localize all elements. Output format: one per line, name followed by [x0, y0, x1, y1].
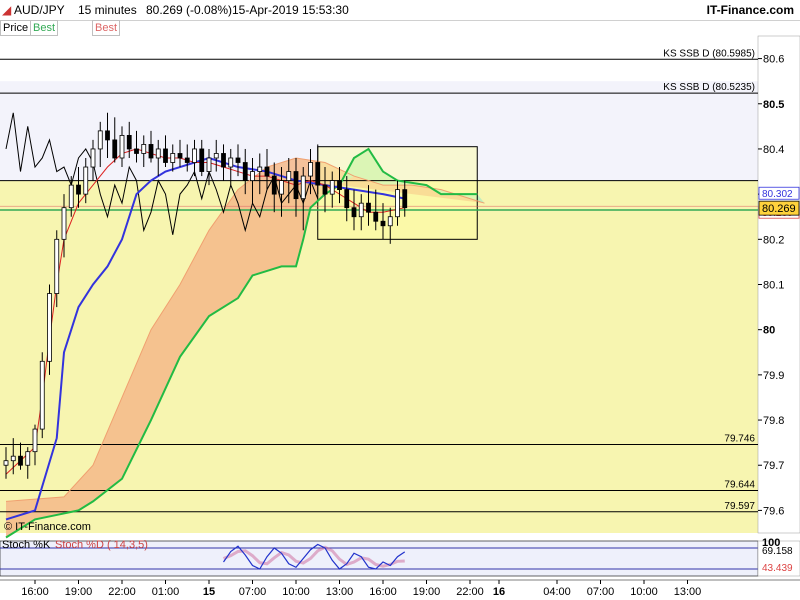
y-tick-label: 80.1 — [763, 280, 784, 292]
candle-body — [271, 175, 277, 195]
candle-body — [395, 189, 400, 218]
candle-body — [279, 180, 284, 195]
candle-body — [322, 184, 328, 195]
x-tick-label: 07:00 — [587, 586, 615, 598]
x-tick-label: 13:00 — [326, 586, 354, 598]
candle-body — [264, 166, 270, 177]
level-label: 79.644 — [724, 480, 755, 491]
candle-body — [170, 153, 176, 163]
level-label: 79.746 — [724, 433, 755, 444]
level-label: 79.597 — [724, 501, 755, 512]
candle-body — [199, 148, 205, 172]
candle-body — [366, 202, 371, 213]
y-tick-label: 80.5 — [763, 99, 784, 111]
candle-body — [83, 166, 89, 195]
candle-body — [39, 360, 45, 430]
y-tick-label: 79.7 — [763, 460, 784, 472]
candle-body — [250, 171, 255, 181]
candle-body — [10, 455, 16, 462]
candle-body — [387, 216, 393, 227]
candle-body — [192, 148, 197, 163]
candle-body — [184, 157, 190, 163]
y-tick-label: 79.8 — [763, 415, 784, 427]
stoch-d-legend: Stoch %D ( 14,3,5) — [55, 539, 148, 551]
x-tick-label: 01:00 — [152, 586, 180, 598]
chart-window: ◢ AUD/JPY 15 minutes 80.269 (-0.08%) 15-… — [0, 0, 800, 600]
x-tick-label: 19:00 — [413, 586, 441, 598]
candle-body — [163, 148, 168, 163]
candle-body — [90, 148, 96, 168]
candle-body — [257, 166, 263, 172]
candle-body — [134, 148, 139, 154]
candle-body — [380, 220, 386, 227]
candle-body — [97, 130, 103, 150]
candle-body — [3, 460, 9, 466]
candle-body — [221, 153, 226, 168]
y-tick-label: 79.6 — [763, 505, 784, 517]
x-tick-label: 22:00 — [456, 586, 484, 598]
y-tick-label: 80.4 — [763, 144, 784, 156]
x-tick-label: 22:00 — [108, 586, 136, 598]
candle-body — [126, 134, 132, 150]
price-tag-label: 80.302 — [762, 189, 793, 200]
candle-body — [344, 189, 350, 209]
candle-body — [76, 184, 81, 195]
candle-body — [68, 184, 74, 209]
price-chart[interactable]: KS SSB D (80.5985) KS SSB D (80.5235) 79.7… — [0, 0, 800, 600]
y-tick-label: 80.6 — [763, 54, 784, 66]
last-price-label: 80.269 — [762, 203, 796, 215]
y-tick-label: 79.9 — [763, 370, 784, 382]
candle-body — [25, 451, 31, 466]
x-tick-label: 19:00 — [65, 586, 93, 598]
candle-body — [242, 162, 248, 181]
candle-body — [155, 148, 161, 159]
watermark: © IT-Finance.com — [4, 521, 91, 533]
candle-body — [402, 189, 408, 209]
y-tick-label: 80.2 — [763, 234, 784, 246]
x-tick-label: 10:00 — [630, 586, 658, 598]
candle-body — [337, 180, 342, 191]
candle-body — [329, 180, 335, 195]
candle-body — [105, 130, 110, 141]
candle-body — [32, 428, 38, 453]
candle-body — [300, 175, 306, 200]
candle-body — [373, 211, 379, 222]
candle-body — [358, 202, 364, 218]
candle-body — [228, 157, 234, 168]
stoch-k-value: 69.158 — [762, 546, 793, 557]
level-label: KS SSB D (80.5235) — [663, 82, 755, 93]
candle-body — [119, 134, 125, 159]
x-tick-label: 13:00 — [674, 586, 702, 598]
candle-body — [351, 207, 357, 218]
stoch-k-legend: Stoch %K — [2, 539, 51, 551]
x-tick-label: 16 — [493, 586, 505, 598]
y-tick-label: 80 — [763, 325, 775, 337]
candle-body — [148, 144, 154, 159]
level-label: KS SSB D (80.5985) — [663, 48, 755, 59]
x-tick-label: 07:00 — [239, 586, 267, 598]
x-tick-label: 10:00 — [282, 586, 310, 598]
candle-body — [213, 153, 219, 159]
candle-body — [315, 162, 321, 186]
candle-body — [141, 144, 147, 154]
candle-body — [286, 171, 292, 181]
candle-body — [112, 139, 118, 159]
stoch-d-value: 43.439 — [762, 563, 793, 574]
candle-body — [54, 238, 60, 294]
x-tick-label: 04:00 — [543, 586, 571, 598]
x-tick-label: 15 — [203, 586, 215, 598]
candle-body — [206, 157, 212, 172]
candle-body — [177, 153, 183, 159]
x-tick-label: 16:00 — [369, 586, 397, 598]
candle-body — [18, 455, 23, 466]
candle-body — [293, 171, 299, 200]
x-tick-label: 16:00 — [21, 586, 49, 598]
candle-body — [61, 207, 67, 240]
candle-body — [47, 293, 52, 362]
candle-body — [235, 157, 241, 163]
candle-body — [308, 162, 313, 177]
